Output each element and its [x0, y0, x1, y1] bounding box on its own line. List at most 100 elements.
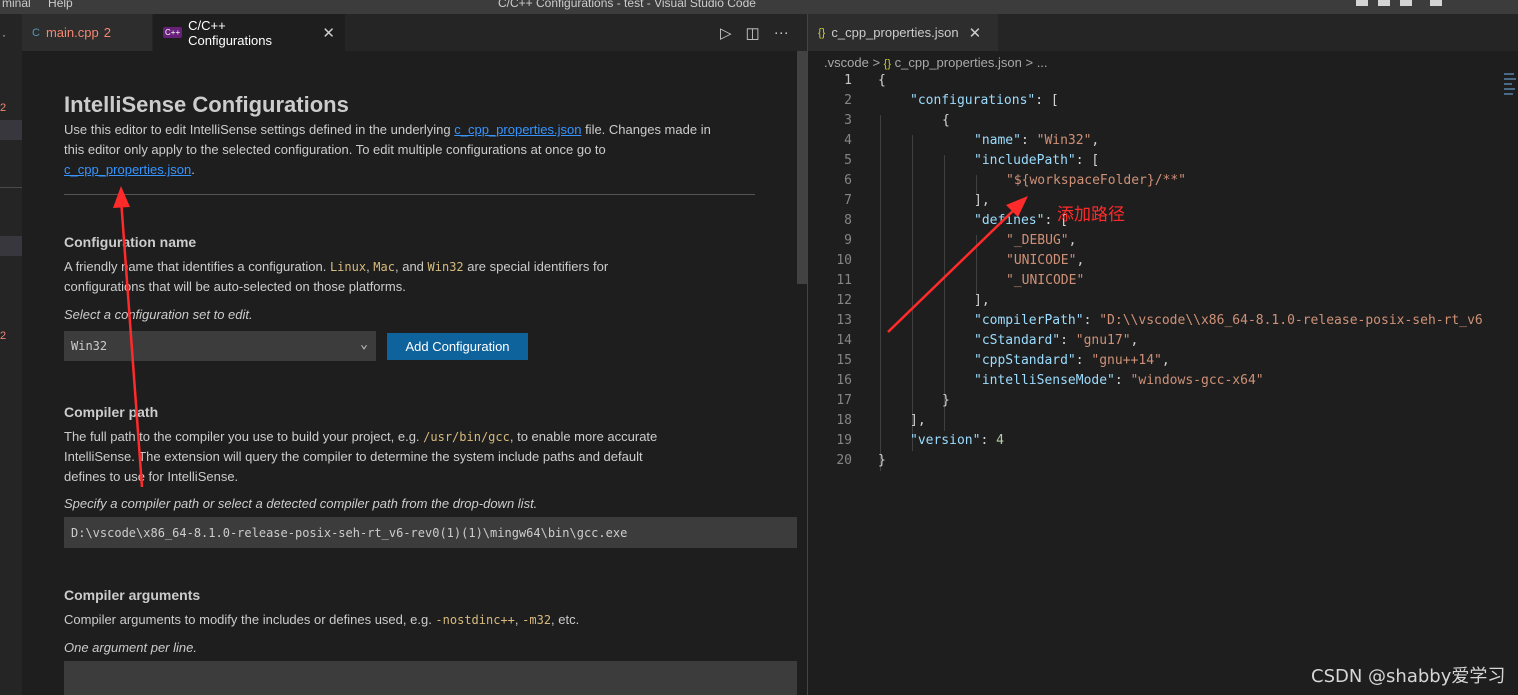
layout-control-1[interactable] — [1356, 0, 1368, 6]
properties-link-2[interactable]: c_cpp_properties.json — [64, 162, 191, 177]
breadcrumb-file[interactable]: c_cpp_properties.json — [895, 55, 1022, 70]
menu-terminal[interactable]: minal — [2, 0, 31, 10]
json-key: "defines" — [974, 213, 1045, 228]
desc-text: are special identifiers for — [463, 259, 609, 274]
intro-text: Use this editor to edit IntelliSense set… — [64, 122, 455, 137]
code-m32: -m32 — [522, 613, 552, 627]
line-number: 1 — [844, 73, 852, 88]
json-punct: , — [1091, 133, 1100, 148]
line-number: 17 — [836, 393, 852, 408]
line-number: 12 — [836, 293, 852, 308]
layout-control-4[interactable] — [1430, 0, 1442, 6]
line-content: "cppStandard": "gnu++14", — [974, 353, 1170, 368]
json-file-icon: {} — [818, 26, 826, 39]
tab-label: main.cpp — [45, 25, 99, 40]
add-configuration-button[interactable]: Add Configuration — [387, 333, 528, 360]
line-content: "includePath": [ — [974, 153, 1099, 168]
explorer-item-hover[interactable] — [0, 236, 22, 256]
code-line: 14 "cStandard": "gnu17", — [808, 333, 1508, 353]
layout-control-3[interactable] — [1400, 0, 1412, 6]
compiler-path-description: The full path to the compiler you use to… — [64, 427, 657, 487]
line-content: "_DEBUG", — [1006, 233, 1076, 248]
json-string: "_DEBUG" — [1006, 233, 1069, 248]
line-number: 18 — [836, 413, 852, 428]
code-line: 12], — [808, 293, 1508, 313]
settings-scrollbar[interactable] — [797, 51, 807, 284]
line-content: "defines": [ — [974, 213, 1068, 228]
line-content: ], — [910, 413, 926, 428]
tab-cpp-configurations[interactable]: C++ C/C++ Configurations ✕ — [153, 14, 345, 51]
json-string: "UNICODE" — [1006, 253, 1077, 268]
config-name-title: Configuration name — [64, 234, 197, 250]
code-line: 4 "name": "Win32", — [808, 133, 1508, 153]
json-punct: : [ — [1035, 93, 1059, 108]
settings-pane: IntelliSense Configurations Use this edi… — [22, 51, 808, 695]
explorer-item-selected[interactable] — [0, 120, 22, 140]
line-content: } — [942, 393, 950, 408]
json-punct: , — [1068, 233, 1077, 248]
tab-main-cpp[interactable]: C main.cpp 2 — [22, 14, 152, 51]
minimap-line — [1504, 78, 1516, 80]
tab-label: C/C++ Configurations — [188, 17, 272, 48]
select-value: Win32 — [71, 339, 108, 353]
json-string: "gnu17" — [1075, 333, 1131, 348]
breadcrumb-separator: > — [1025, 55, 1034, 70]
line-content: "name": "Win32", — [974, 133, 1099, 148]
json-editor[interactable]: .vscode > {} c_cpp_properties.json > ...… — [808, 51, 1518, 695]
cpp-extension-icon: C++ — [163, 27, 183, 38]
desc-text: , and — [394, 259, 428, 274]
line-content: ], — [974, 193, 990, 208]
json-punct: : [ — [1075, 153, 1100, 168]
line-content: "cStandard": "gnu17", — [974, 333, 1138, 348]
line-number: 16 — [836, 373, 852, 388]
layout-control-2[interactable] — [1378, 0, 1390, 6]
more-actions-icon[interactable]: ··· — [774, 24, 789, 41]
split-editor-icon[interactable]: ◫ — [746, 24, 760, 42]
config-name-description: A friendly name that identifies a config… — [64, 257, 608, 297]
code-line: 18], — [808, 413, 1508, 433]
run-icon[interactable]: ▷ — [720, 24, 732, 42]
code-line: 1{ — [808, 73, 1508, 93]
code-win32: Win32 — [427, 260, 464, 274]
minimap[interactable] — [1504, 73, 1518, 113]
select-hint: Select a configuration set to edit. — [64, 307, 253, 322]
close-icon[interactable]: ✕ — [322, 24, 335, 42]
problem-badge-2: 2 — [0, 330, 7, 342]
code-mac: Mac — [373, 260, 395, 274]
configuration-select[interactable]: Win32 ⌄ — [64, 331, 376, 361]
json-key: "intelliSenseMode" — [974, 373, 1115, 388]
close-icon[interactable]: ✕ — [969, 24, 982, 42]
desc-text: configurations that will be auto-selecte… — [64, 279, 406, 294]
desc-text: The full path to the compiler you use to… — [64, 429, 424, 444]
intro-paragraph: Use this editor to edit IntelliSense set… — [64, 120, 711, 180]
json-key: "cppStandard" — [974, 353, 1076, 368]
line-content: "version": 4 — [910, 433, 1004, 448]
window-title: C/C++ Configurations - test - Visual Stu… — [498, 0, 756, 10]
properties-link[interactable]: c_cpp_properties.json — [454, 122, 581, 137]
line-content: "intelliSenseMode": "windows-gcc-x64" — [974, 373, 1264, 388]
code-line: 17} — [808, 393, 1508, 413]
compiler-args-textarea[interactable] — [64, 661, 797, 695]
json-key: "version" — [910, 433, 981, 448]
json-string: "windows-gcc-x64" — [1130, 373, 1264, 388]
tab-c-cpp-properties[interactable]: {} c_cpp_properties.json ✕ — [808, 14, 998, 51]
line-content: "configurations": [ — [910, 93, 1059, 108]
json-key: "includePath" — [974, 153, 1076, 168]
menu-help[interactable]: Help — [48, 0, 73, 10]
breadcrumb: .vscode > {} c_cpp_properties.json > ... — [824, 55, 1048, 70]
args-hint: One argument per line. — [64, 640, 197, 655]
title-bar: minal Help C/C++ Configurations - test -… — [0, 0, 1518, 14]
json-punct: : — [980, 433, 997, 448]
breadcrumb-folder[interactable]: .vscode — [824, 55, 869, 70]
compiler-path-input[interactable]: D:\vscode\x86_64-8.1.0-release-posix-seh… — [64, 517, 797, 548]
explorer-strip: · 2 2 — [0, 14, 22, 695]
line-number: 20 — [836, 453, 852, 468]
line-number: 8 — [844, 213, 852, 228]
line-number: 6 — [844, 173, 852, 188]
watermark: CSDN @shabby爱学习 — [1311, 666, 1506, 687]
json-string: "Win32" — [1036, 133, 1092, 148]
line-number: 19 — [836, 433, 852, 448]
breadcrumb-more[interactable]: ... — [1037, 55, 1048, 70]
intro-text: this editor only apply to the selected c… — [64, 142, 606, 157]
code-line: 5 "includePath": [ — [808, 153, 1508, 173]
